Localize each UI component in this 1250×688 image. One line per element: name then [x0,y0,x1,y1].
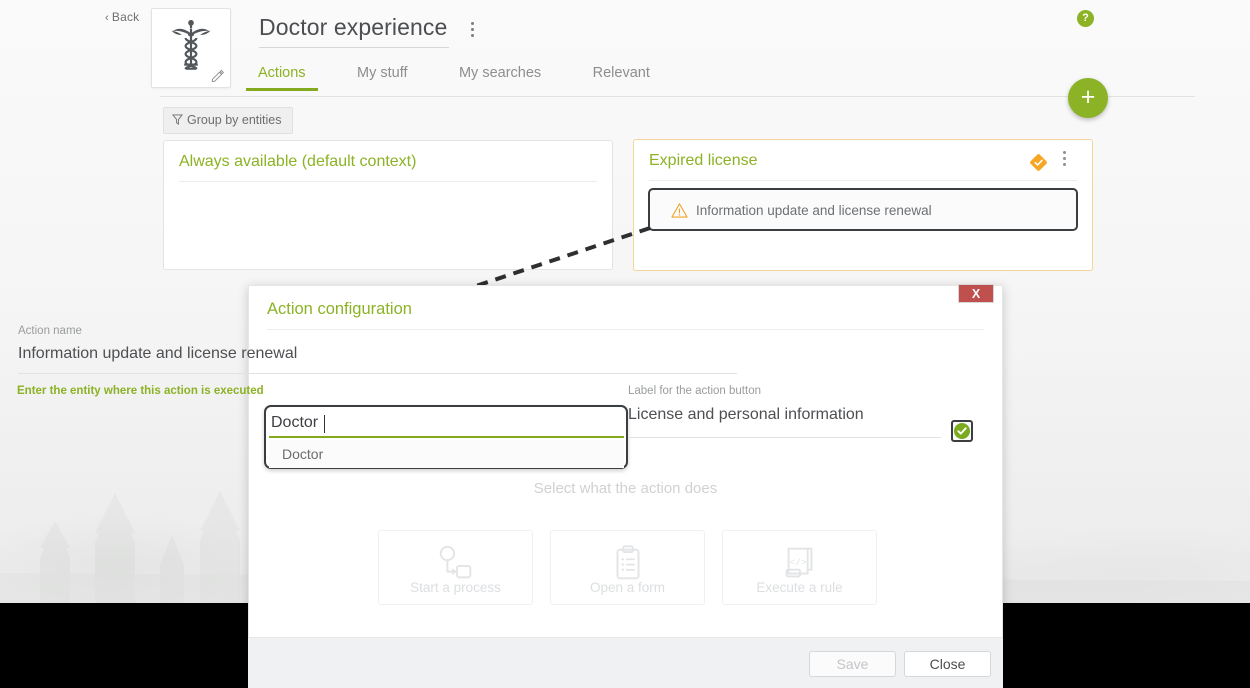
option-execute-a-rule[interactable]: </> Execute a rule [722,530,877,605]
back-label: Back [111,10,140,24]
svg-text:</>: </> [789,557,806,568]
option-open-a-form[interactable]: Open a form [550,530,705,605]
option-label: Open a form [589,580,666,595]
option-label: Start a process [410,580,501,595]
funnel-icon [172,114,183,125]
tab-relevant[interactable]: Relevant [593,65,650,91]
clipboard-form-icon [616,545,639,580]
tab-my-searches[interactable]: My searches [459,65,541,91]
entity-field-label: Enter the entity where this action is ex… [17,385,264,397]
tab-bar-divider [160,96,1195,97]
card-divider [179,181,597,182]
selector-hint: Select what the action does [533,480,718,497]
context-card-title: Always available (default context) [179,153,417,170]
option-label: Execute a rule [756,580,843,595]
kebab-menu-icon[interactable] [466,22,478,38]
dialog-footer: Save Close [248,637,1003,688]
help-icon[interactable]: ? [1077,10,1094,27]
card-divider [649,180,1077,181]
process-flow-icon [439,545,471,579]
screen-root: ‹ Back Doctor experience Actions My stuf… [0,0,1250,688]
page-title: Doctor experience [259,14,448,40]
action-chip-label: Information update and license renewal [696,203,932,218]
add-action-button[interactable]: + [1068,78,1108,118]
close-button[interactable]: Close [904,651,991,677]
group-by-label: Group by entities [187,113,282,127]
title-underline [259,47,449,48]
tab-bar: Actions My stuff My searches Relevant [246,64,697,94]
dialog-body: Select what the action does Start a proc… [248,285,1003,688]
action-chip-information-update[interactable]: Information update and license renewal [648,188,1078,231]
code-scroll-icon: </> [785,547,812,578]
back-link[interactable]: ‹ Back [105,10,139,24]
group-by-entities-button[interactable]: Group by entities [163,107,293,134]
app-logo-tile[interactable] [151,8,231,88]
warning-triangle-icon [671,203,688,218]
action-name-label: Action name [18,325,82,337]
diamond-check-icon[interactable] [1029,153,1048,172]
kebab-menu-icon[interactable] [1058,151,1070,167]
save-button[interactable]: Save [809,651,896,677]
context-card-title: Expired license [649,152,758,169]
tab-actions[interactable]: Actions [246,65,318,91]
context-card-default[interactable]: Always available (default context) [163,140,613,270]
pencil-icon[interactable] [211,69,224,82]
caduceus-icon [171,20,211,71]
option-start-a-process[interactable]: Start a process [378,530,533,605]
tab-my-stuff[interactable]: My stuff [357,65,408,91]
chevron-left-icon: ‹ [105,12,109,24]
